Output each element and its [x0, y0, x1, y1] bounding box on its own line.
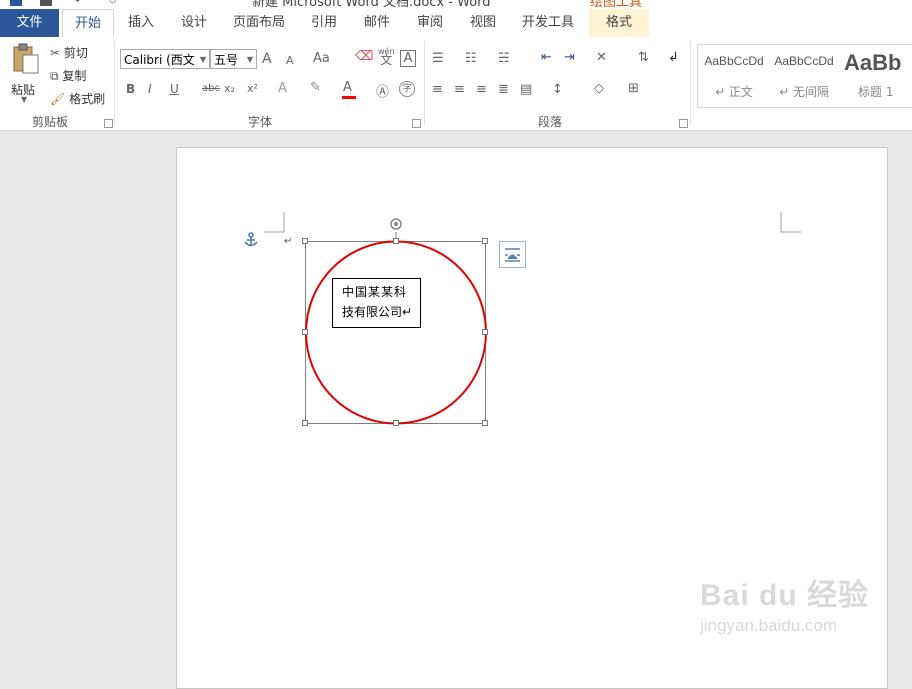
textbox-line: 中国某某科 [342, 285, 408, 299]
resize-handle-s[interactable] [393, 420, 399, 426]
resize-handle-sw[interactable] [302, 420, 308, 426]
resize-handle-nw[interactable] [302, 238, 308, 244]
layout-options-button[interactable] [499, 241, 526, 268]
layout-options-icon [505, 248, 520, 262]
rotation-handle-icon[interactable] [390, 218, 402, 230]
watermark-url: jingyan.baidu.com [700, 616, 838, 635]
company-textbox[interactable]: 中国某某科 技有限公司↵ [332, 278, 421, 328]
resize-handle-w[interactable] [302, 329, 308, 335]
resize-handle-n[interactable] [393, 238, 399, 244]
baidu-watermark: Bai du 经验 jingyan.baidu.com [700, 570, 869, 636]
textbox-line: 技有限公司↵ [342, 305, 413, 319]
watermark-brand: Bai du 经验 [700, 579, 870, 612]
resize-handle-ne[interactable] [482, 238, 488, 244]
resize-handle-e[interactable] [482, 329, 488, 335]
circle-shape[interactable] [305, 240, 487, 425]
resize-handle-se[interactable] [482, 420, 488, 426]
